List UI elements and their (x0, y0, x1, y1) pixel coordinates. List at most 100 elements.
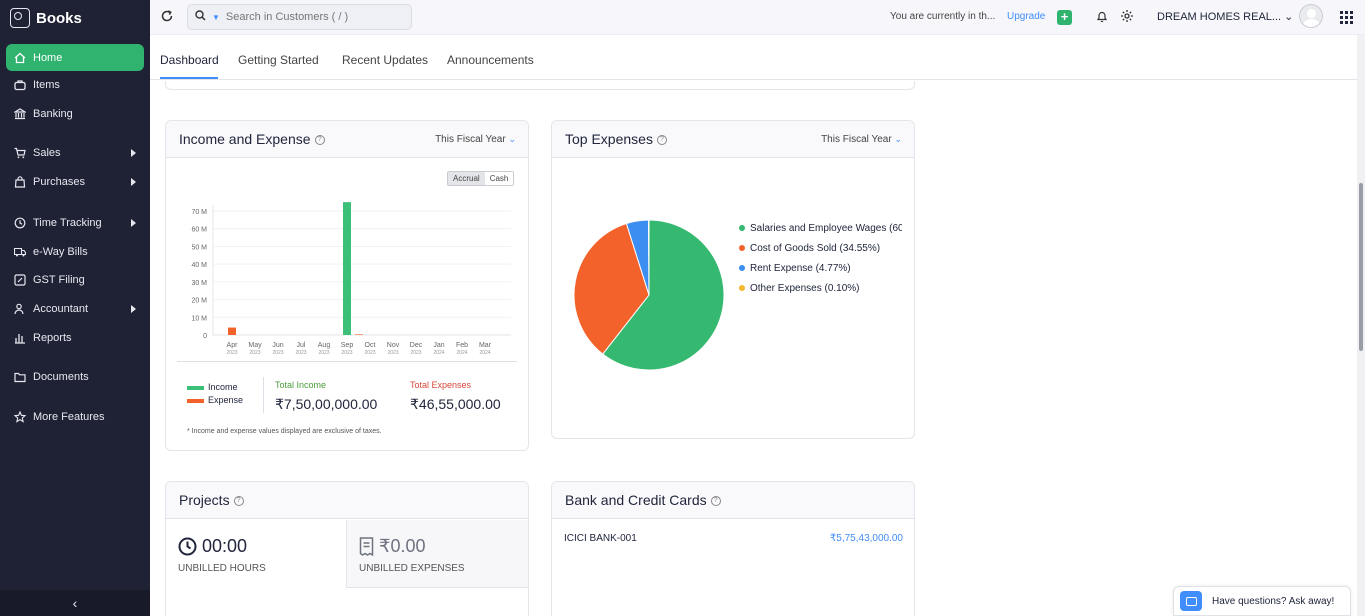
gear-icon[interactable] (1120, 9, 1134, 23)
legend-dot (739, 265, 745, 272)
pie-legend-item: Rent Expense (4.77%) (739, 263, 851, 274)
chevron-right-icon (131, 219, 136, 227)
app-root: Books Home Items Banking Sales Purchases… (0, 0, 1365, 616)
sidebar-item-reports[interactable]: Reports (6, 324, 144, 351)
projects-card: Projects? 00:00 UNBILLED HOURS ₹0.00 UNB… (165, 481, 529, 616)
tab-dashboard[interactable]: Dashboard (160, 53, 219, 67)
x-tick-year: 2023 (410, 350, 421, 356)
y-tick-label: 20 M (191, 298, 207, 305)
tab-recent-updates[interactable]: Recent Updates (342, 53, 428, 67)
refresh-icon[interactable] (160, 9, 176, 25)
x-tick-year: 2024 (456, 350, 467, 356)
unbilled-expenses-value: ₹0.00 (359, 536, 426, 557)
search-box[interactable]: ▼ (187, 4, 412, 30)
x-tick-label: Apr (227, 342, 239, 349)
bell-icon[interactable] (1096, 10, 1108, 23)
sidebar-item-home[interactable]: Home (6, 44, 144, 71)
card-header: Top Expenses? This Fiscal Year ⌄ (552, 121, 914, 158)
star-icon (13, 410, 27, 423)
sidebar-item-label: Reports (33, 331, 72, 344)
x-tick-year: 2023 (226, 350, 237, 356)
bank-icon (12, 107, 28, 120)
sidebar-item-label: Purchases (33, 175, 85, 188)
period-dropdown[interactable]: This Fiscal Year ⌄ (435, 134, 516, 145)
help-icon[interactable]: ? (233, 496, 244, 507)
sidebar-item-banking[interactable]: Banking (6, 100, 144, 127)
bank-account-amount[interactable]: ₹5,75,43,000.00 (830, 533, 903, 544)
income-bar (343, 202, 351, 335)
quick-create-plus-icon[interactable]: + (1057, 10, 1072, 25)
sidebar-item-accountant[interactable]: Accountant (6, 295, 144, 322)
legend-dot (739, 245, 745, 252)
x-tick-label: Aug (318, 342, 331, 349)
books-logo-icon (10, 8, 30, 28)
x-tick-label: Sep (341, 342, 354, 349)
sidebar-item-more-features[interactable]: More Features (6, 403, 144, 430)
unbilled-expenses-cell: ₹0.00 UNBILLED EXPENSES (347, 520, 528, 588)
help-chat-widget[interactable]: Have questions? Ask away! (1173, 586, 1351, 616)
y-tick-label: 30 M (191, 280, 207, 287)
sidebar-item-label: Documents (33, 370, 89, 383)
sidebar-item-gst-filing[interactable]: GST Filing (6, 266, 144, 293)
total-expenses-value: ₹46,55,000.00 (410, 396, 501, 412)
x-tick-label: Oct (365, 342, 376, 349)
pie-legend-item: Cost of Goods Sold (34.55%) (739, 243, 880, 254)
bank-account-row[interactable]: ICICI BANK-001 ₹5,75,43,000.00 (564, 533, 903, 547)
sidebar-item-label: Sales (33, 146, 61, 159)
sidebar-item-documents[interactable]: Documents (6, 363, 144, 390)
sidebar-item-items[interactable]: Items (6, 71, 144, 98)
basis-toggle: Accrual Cash (447, 171, 515, 186)
pie-legend-item: Salaries and Employee Wages (60 (739, 223, 902, 234)
x-tick-year: 2023 (318, 350, 329, 356)
unbilled-hours-label: UNBILLED HOURS (178, 563, 266, 574)
sidebar-item-label: e-Way Bills (33, 245, 88, 258)
legend-expense: Expense (187, 395, 243, 405)
search-scope-chevron-icon[interactable]: ▼ (212, 13, 220, 22)
sidebar-item-sales[interactable]: Sales (6, 139, 144, 166)
help-icon[interactable]: ? (710, 496, 721, 507)
accrual-toggle[interactable]: Accrual (448, 172, 485, 185)
tab-announcements[interactable]: Announcements (447, 53, 534, 67)
help-icon[interactable]: ? (314, 135, 325, 146)
card-title: Projects? (179, 492, 244, 508)
page-scrollbar[interactable] (1357, 35, 1365, 616)
org-switcher[interactable]: DREAM HOMES REAL... ⌄ (1157, 10, 1293, 23)
y-tick-label: 40 M (191, 262, 207, 269)
sidebar-item-eway-bills[interactable]: e-Way Bills (6, 238, 144, 265)
scrollbar-thumb[interactable] (1359, 183, 1363, 351)
gst-icon (14, 273, 26, 286)
period-dropdown[interactable]: This Fiscal Year ⌄ (821, 134, 902, 145)
tab-getting-started[interactable]: Getting Started (238, 53, 319, 67)
card-title: Top Expenses? (565, 131, 667, 147)
x-tick-label: Jun (272, 342, 283, 349)
chat-label: Have questions? Ask away! (1212, 595, 1335, 607)
search-icon[interactable] (188, 10, 212, 24)
x-tick-year: 2024 (433, 350, 444, 356)
home-icon (14, 52, 26, 64)
bank-account-name: ICICI BANK-001 (564, 533, 637, 544)
x-tick-label: May (248, 342, 262, 349)
avatar[interactable] (1299, 4, 1323, 28)
total-income-value: ₹7,50,00,000.00 (275, 396, 378, 412)
chevron-right-icon (131, 178, 136, 186)
sidebar-item-label: Time Tracking (33, 216, 102, 229)
org-notice[interactable]: You are currently in th... (890, 11, 995, 22)
chevron-down-icon: ⌄ (508, 134, 516, 144)
clock-icon (178, 537, 197, 556)
sidebar-item-time-tracking[interactable]: Time Tracking (6, 209, 144, 236)
sidebar-collapse-button[interactable]: ‹ (0, 590, 150, 616)
help-icon[interactable]: ? (656, 135, 667, 146)
divider (263, 377, 264, 413)
upgrade-link[interactable]: Upgrade (1007, 11, 1045, 22)
brand[interactable]: Books (10, 6, 82, 30)
card-title: Bank and Credit Cards? (565, 492, 721, 508)
cash-toggle[interactable]: Cash (484, 172, 514, 185)
active-tab-indicator (160, 77, 218, 79)
apps-grid-icon[interactable] (1340, 11, 1353, 24)
footnote: * Income and expense values displayed ar… (187, 428, 382, 435)
search-input[interactable] (225, 11, 396, 23)
truck-icon (13, 246, 27, 258)
cart-icon (14, 147, 26, 159)
sidebar-item-purchases[interactable]: Purchases (6, 168, 144, 195)
dashboard-tabs: Dashboard Getting Started Recent Updates… (150, 35, 1365, 80)
